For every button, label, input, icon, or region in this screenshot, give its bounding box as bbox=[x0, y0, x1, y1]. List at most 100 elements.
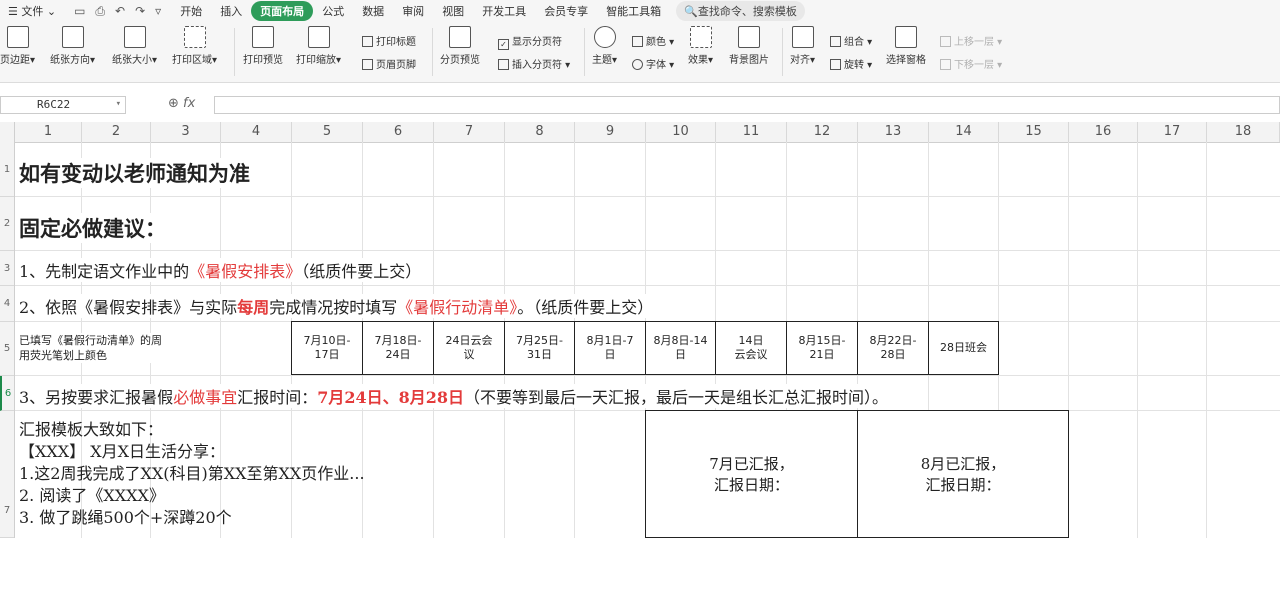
row-header[interactable]: 5 bbox=[0, 322, 14, 376]
margins-button[interactable]: 页边距▾ bbox=[0, 26, 35, 66]
align-icon bbox=[791, 26, 814, 48]
colors-button[interactable]: 颜色 ▾ bbox=[632, 33, 674, 48]
week-cell[interactable]: 7月18日- 24日 bbox=[362, 321, 434, 375]
chevron-down-icon[interactable]: ▾ bbox=[116, 99, 121, 109]
column-header[interactable]: 2 bbox=[82, 122, 151, 142]
redo-icon[interactable]: ↷ bbox=[135, 4, 145, 19]
column-header[interactable]: 4 bbox=[221, 122, 292, 142]
row-header[interactable]: 6 bbox=[0, 376, 14, 411]
week-cell[interactable]: 7月10日- 17日 bbox=[291, 321, 363, 375]
week-cell[interactable]: 8月8日-14 日 bbox=[645, 321, 716, 375]
print-scale-button[interactable]: 打印缩放▾ bbox=[296, 26, 341, 66]
week-cell[interactable]: 8月1日-7 日 bbox=[574, 321, 646, 375]
print-titles-button[interactable]: 打印标题 bbox=[362, 33, 416, 48]
week-cell[interactable]: 8月22日- 28日 bbox=[857, 321, 929, 375]
column-header[interactable]: 6 bbox=[363, 122, 434, 142]
column-header[interactable]: 12 bbox=[787, 122, 858, 142]
formula-input[interactable] bbox=[214, 96, 1280, 114]
print-icon[interactable]: ⎙ bbox=[95, 4, 105, 19]
tab-page-layout[interactable]: 页面布局 bbox=[251, 1, 314, 21]
send-backward-button[interactable]: 下移一层 ▾ bbox=[940, 56, 1002, 71]
column-header[interactable]: 16 bbox=[1069, 122, 1138, 142]
column-header[interactable]: 9 bbox=[575, 122, 646, 142]
column-header[interactable]: 13 bbox=[858, 122, 929, 142]
chevron-down-icon[interactable]: ▿ bbox=[155, 4, 161, 19]
header-footer-icon bbox=[362, 59, 373, 70]
bring-forward-button[interactable]: 上移一层 ▾ bbox=[940, 33, 1002, 48]
instruction-row-3[interactable]: 3、另按要求汇报暑假必做事宜汇报时间：7月24日、8月28日（不要等到最后一天汇… bbox=[19, 384, 895, 408]
fonts-button[interactable]: 字体 ▾ bbox=[632, 56, 674, 71]
row-header[interactable]: 1 bbox=[0, 142, 14, 197]
insert-page-break-button[interactable]: 插入分页符 ▾ bbox=[498, 56, 570, 71]
column-header[interactable]: 11 bbox=[716, 122, 787, 142]
print-preview-button[interactable]: 打印预览 bbox=[243, 26, 283, 66]
save-icon[interactable]: ▭ bbox=[74, 4, 85, 19]
show-page-breaks-checkbox[interactable]: ✓ 显示分页符 bbox=[498, 33, 562, 50]
instruction-row-2[interactable]: 2、依照《暑假安排表》与实际每周完成情况按时填写《暑假行动清单》。（纸质件要上交… bbox=[19, 294, 660, 318]
zoom-icon[interactable]: ⊕ bbox=[168, 96, 179, 111]
tab-review[interactable]: 审阅 bbox=[393, 3, 433, 19]
rotate-button[interactable]: 旋转 ▾ bbox=[830, 56, 872, 71]
undo-icon[interactable]: ↶ bbox=[115, 4, 125, 19]
select-all-corner[interactable] bbox=[0, 122, 15, 142]
name-box[interactable]: R6C22 ▾ bbox=[0, 96, 126, 114]
row-header[interactable]: 4 bbox=[0, 286, 14, 322]
report-template[interactable]: 汇报模板大致如下： 【XXX】 X月X日生活分享： 1.这2周我完成了XX(科目… bbox=[19, 419, 365, 529]
tab-data[interactable]: 数据 bbox=[353, 3, 393, 19]
tab-home[interactable]: 开始 bbox=[171, 3, 211, 19]
paper-size-button[interactable]: 纸张大小▾ bbox=[112, 26, 157, 66]
week-cell[interactable]: 28日班会 bbox=[928, 321, 999, 375]
column-header[interactable]: 15 bbox=[999, 122, 1069, 142]
august-report-box[interactable]: 8月已汇报， 汇报日期： bbox=[857, 410, 1069, 538]
print-preview-icon bbox=[252, 26, 274, 48]
effects-button[interactable]: 效果▾ bbox=[688, 26, 713, 66]
orientation-button[interactable]: 纸张方向▾ bbox=[50, 26, 95, 66]
week-cell[interactable]: 7月25日- 31日 bbox=[504, 321, 575, 375]
week-cell[interactable]: 24日云会议 bbox=[433, 321, 505, 375]
background-image-button[interactable]: 背景图片 bbox=[729, 26, 769, 66]
column-header[interactable]: 18 bbox=[1207, 122, 1280, 142]
print-area-button[interactable]: 打印区域▾ bbox=[172, 26, 217, 66]
file-menu[interactable]: ☰ 文件 ⌄ bbox=[0, 3, 64, 19]
instruction-row-1[interactable]: 1、先制定语文作业中的《暑假安排表》（纸质件要上交） bbox=[19, 258, 428, 282]
fx-icon[interactable]: fx bbox=[183, 96, 195, 111]
column-header[interactable]: 3 bbox=[151, 122, 221, 142]
column-header[interactable]: 7 bbox=[434, 122, 505, 142]
july-report-box[interactable]: 7月已汇报， 汇报日期： bbox=[645, 410, 858, 538]
column-header[interactable]: 17 bbox=[1138, 122, 1207, 142]
tab-smart-tools[interactable]: 智能工具箱 bbox=[597, 3, 670, 19]
grid-line bbox=[1137, 142, 1138, 538]
row-header[interactable]: 3 bbox=[0, 251, 14, 286]
print-area-icon bbox=[183, 26, 206, 48]
align-button[interactable]: 对齐▾ bbox=[790, 26, 815, 66]
row-header[interactable]: 2 bbox=[0, 197, 14, 251]
column-header[interactable]: 1 bbox=[15, 122, 82, 142]
tab-view[interactable]: 视图 bbox=[433, 3, 473, 19]
column-header[interactable]: 14 bbox=[929, 122, 999, 142]
selection-pane-button[interactable]: 选择窗格 bbox=[886, 26, 926, 66]
tab-formulas[interactable]: 公式 bbox=[313, 3, 353, 19]
command-search[interactable]: 🔍查找命令、搜索模板 bbox=[676, 1, 805, 21]
group-button[interactable]: 组合 ▾ bbox=[830, 33, 872, 48]
week-cell[interactable]: 14日 云会议 bbox=[715, 321, 787, 375]
tab-developer[interactable]: 开发工具 bbox=[473, 3, 535, 19]
column-header[interactable]: 8 bbox=[505, 122, 575, 142]
notice-heading[interactable]: 如有变动以老师通知为准 bbox=[19, 158, 256, 188]
tab-member[interactable]: 会员专享 bbox=[535, 3, 597, 19]
tab-insert[interactable]: 插入 bbox=[211, 3, 251, 19]
column-header[interactable]: 5 bbox=[292, 122, 363, 142]
page-break-preview-button[interactable]: 分页预览 bbox=[440, 26, 480, 66]
divider bbox=[432, 28, 433, 76]
print-scale-icon bbox=[307, 26, 330, 48]
theme-button[interactable]: 主题▾ bbox=[592, 26, 617, 66]
grid-line bbox=[1206, 142, 1207, 538]
highlight-instruction[interactable]: 已填写《暑假行动清单》的周 用荧光笔划上颜色 bbox=[19, 333, 162, 363]
column-header[interactable]: 10 bbox=[646, 122, 716, 142]
divider bbox=[584, 28, 585, 76]
sheet-grid[interactable]: 如有变动以老师通知为准 固定必做建议： 1、先制定语文作业中的《暑假安排表》（纸… bbox=[15, 142, 1280, 538]
section-heading[interactable]: 固定必做建议： bbox=[19, 213, 172, 243]
header-footer-button[interactable]: 页眉页脚 bbox=[362, 56, 416, 71]
image-icon bbox=[738, 26, 760, 48]
row-header[interactable]: 7 bbox=[0, 411, 14, 538]
week-cell[interactable]: 8月15日- 21日 bbox=[786, 321, 858, 375]
